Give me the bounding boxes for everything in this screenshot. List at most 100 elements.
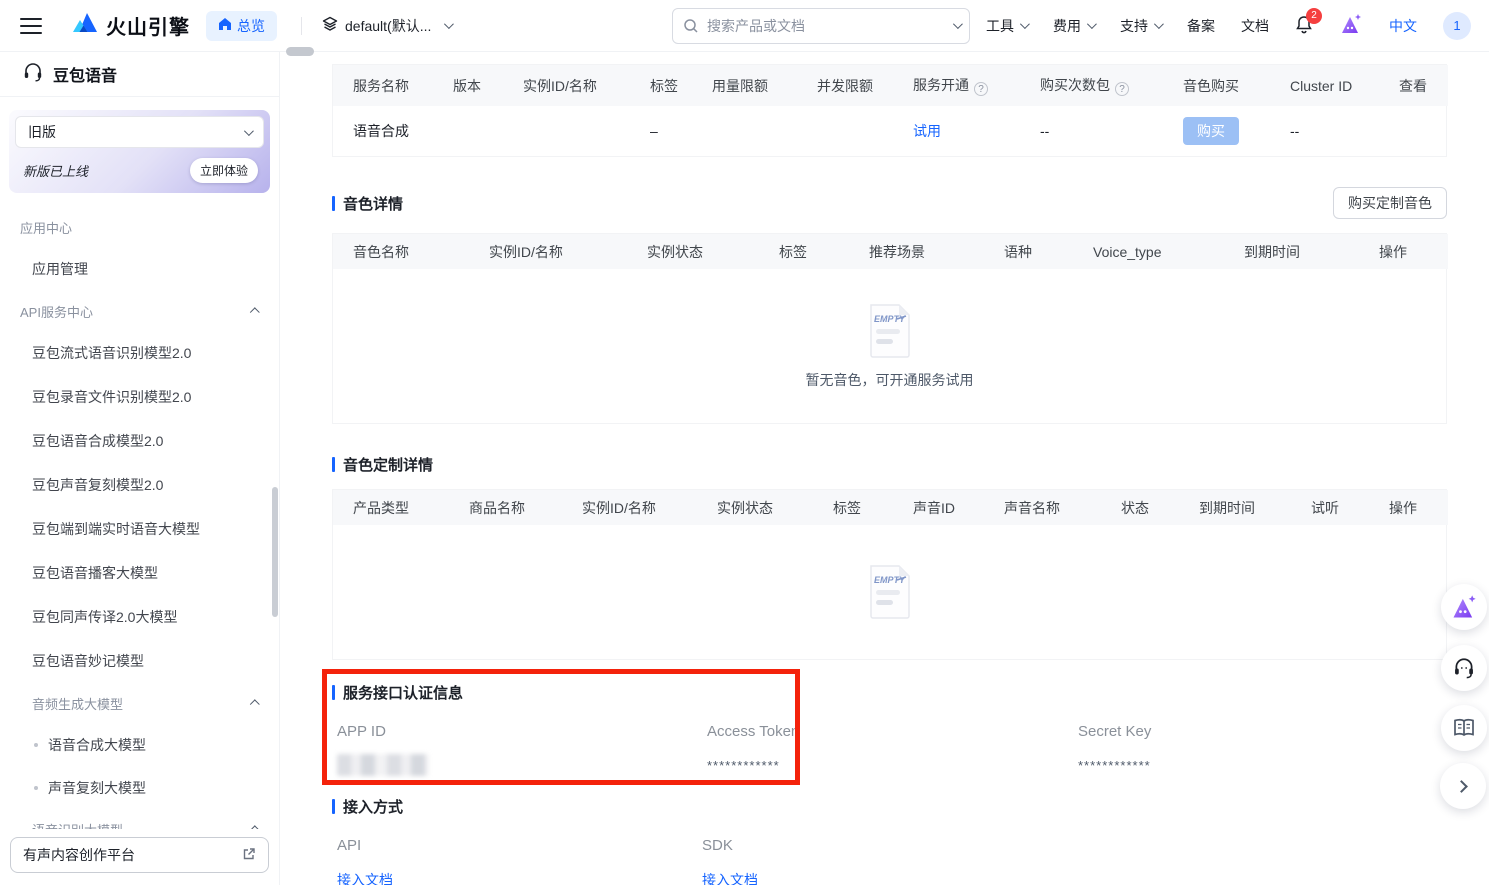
voice-custom-empty-state: EMPTY bbox=[333, 525, 1446, 659]
sidebar-scrollbar-thumb[interactable] bbox=[272, 487, 278, 617]
language-switch[interactable]: 中文 bbox=[1389, 16, 1417, 36]
sidebar-item-tts-2[interactable]: 豆包语音合成模型2.0 bbox=[20, 419, 259, 463]
brand-logo[interactable]: 火山引擎 bbox=[72, 11, 190, 40]
banner-text: 新版已上线 bbox=[23, 161, 88, 180]
col-product-type: 产品类型 bbox=[333, 490, 449, 525]
trial-link[interactable]: 试用 bbox=[913, 123, 941, 139]
sdk-label: SDK bbox=[697, 837, 1447, 854]
sidebar-item-app-manage[interactable]: 应用管理 bbox=[20, 247, 259, 291]
group-audio-gen[interactable]: 音频生成大模型 bbox=[32, 683, 259, 723]
sidebar-item-voice-clone-2[interactable]: 豆包声音复刻模型2.0 bbox=[20, 463, 259, 507]
secret-key-field: Secret Key ************ bbox=[1073, 723, 1447, 776]
notification-badge: 2 bbox=[1306, 8, 1322, 24]
table-row: 语音合成 – 试用 -- 购买 -- bbox=[333, 106, 1448, 156]
auth-section: 服务接口认证信息 APP ID Access Token ***********… bbox=[332, 682, 1447, 776]
search-box bbox=[672, 8, 970, 44]
sidebar-menu: 应用中心 应用管理 API服务中心 豆包流式语音识别模型2.0 豆包录音文件识别… bbox=[0, 193, 279, 829]
overview-button[interactable]: 总览 bbox=[206, 11, 277, 41]
ai-assistant-float-button[interactable] bbox=[1441, 584, 1487, 630]
buy-button[interactable]: 购买 bbox=[1183, 117, 1239, 145]
help-icon[interactable]: ? bbox=[1115, 82, 1129, 96]
headset-ai-icon bbox=[22, 61, 44, 88]
api-doc-link[interactable]: 接入文档 bbox=[337, 872, 393, 885]
col-language: 语种 bbox=[984, 234, 1073, 269]
nav-menu-billing[interactable]: 费用 bbox=[1053, 16, 1094, 36]
sidebar-item-podcast[interactable]: 豆包语音播客大模型 bbox=[20, 551, 259, 595]
sidebar-item-realtime-voice[interactable]: 豆包端到端实时语音大模型 bbox=[20, 507, 259, 551]
voice-custom-table-header: 产品类型 商品名称 实例ID/名称 实例状态 标签 声音ID 声音名称 状态 到… bbox=[333, 490, 1448, 525]
docs-book-button[interactable] bbox=[1441, 705, 1487, 751]
col-voice-type: Voice_type bbox=[1073, 234, 1224, 269]
customer-service-button[interactable] bbox=[1441, 645, 1487, 691]
new-version-banner: 新版已上线 立即体验 bbox=[15, 148, 264, 183]
sidebar-item-clone-large[interactable]: 声音复刻大模型 bbox=[20, 766, 259, 809]
ai-mountain-icon bbox=[1450, 594, 1478, 620]
ai-assistant-icon[interactable] bbox=[1339, 13, 1363, 38]
section-accent-bar bbox=[332, 457, 335, 472]
section-accent-bar bbox=[332, 685, 335, 700]
search-icon bbox=[683, 18, 699, 39]
sidebar-item-miaoji[interactable]: 豆包语音妙记模型 bbox=[20, 639, 259, 683]
chevron-up-icon bbox=[250, 699, 260, 709]
chevron-down-icon bbox=[1087, 19, 1097, 29]
col-instance: 实例ID/名称 bbox=[562, 490, 697, 525]
external-link-icon bbox=[242, 847, 256, 864]
try-now-button[interactable]: 立即体验 bbox=[190, 158, 258, 183]
collapse-panel-button[interactable] bbox=[1440, 763, 1486, 809]
sdk-doc-link[interactable]: 接入文档 bbox=[702, 872, 758, 885]
empty-text: 暂无音色，可开通服务试用 bbox=[806, 370, 974, 390]
package-cell: -- bbox=[1020, 106, 1163, 156]
sidebar-item-tts-large[interactable]: 语音合成大模型 bbox=[20, 723, 259, 766]
hamburger-menu-icon[interactable] bbox=[20, 18, 42, 34]
col-status: 状态 bbox=[1101, 490, 1179, 525]
col-expire-time: 到期时间 bbox=[1179, 490, 1291, 525]
app-id-field: APP ID bbox=[332, 723, 702, 776]
col-voice-buy: 音色购买 bbox=[1163, 65, 1270, 106]
buy-custom-voice-button[interactable]: 购买定制音色 bbox=[1333, 187, 1447, 219]
main-content: 服务名称 版本 实例ID/名称 标签 用量限额 并发限额 服务开通? 购买次数包… bbox=[280, 52, 1489, 885]
version-select[interactable]: 旧版 bbox=[15, 116, 264, 148]
project-selector[interactable]: default(默认... bbox=[322, 16, 451, 36]
avatar[interactable]: 1 bbox=[1443, 12, 1471, 40]
chevron-down-icon bbox=[244, 126, 254, 136]
sidebar-item-file-asr-2[interactable]: 豆包录音文件识别模型2.0 bbox=[20, 375, 259, 419]
version-card: 旧版 新版已上线 立即体验 bbox=[9, 110, 270, 193]
help-icon[interactable]: ? bbox=[974, 82, 988, 96]
book-icon bbox=[1452, 717, 1476, 739]
nav-menu-docs[interactable]: 文档 bbox=[1241, 16, 1269, 36]
scrollbar-thumb[interactable] bbox=[286, 47, 314, 56]
col-concurrency-quota: 并发限额 bbox=[797, 65, 893, 106]
access-token-field: Access Token ************ bbox=[702, 723, 1073, 776]
chevron-right-icon bbox=[1455, 780, 1468, 793]
sidebar-item-streaming-asr-2[interactable]: 豆包流式语音识别模型2.0 bbox=[20, 331, 259, 375]
section-api-center[interactable]: API服务中心 bbox=[20, 291, 259, 331]
service-table: 服务名称 版本 实例ID/名称 标签 用量限额 并发限额 服务开通? 购买次数包… bbox=[332, 64, 1447, 157]
col-voice-name: 声音名称 bbox=[984, 490, 1101, 525]
col-expire-time: 到期时间 bbox=[1224, 234, 1359, 269]
col-tag: 标签 bbox=[813, 490, 893, 525]
sidebar-item-simultaneous[interactable]: 豆包同声传译2.0大模型 bbox=[20, 595, 259, 639]
volcengine-logo-icon bbox=[72, 11, 98, 40]
section-title: 接入方式 bbox=[332, 796, 1447, 817]
section-title: 音色详情 bbox=[332, 193, 403, 214]
api-access: API 接入文档 bbox=[332, 837, 697, 885]
nav-menu-support[interactable]: 支持 bbox=[1120, 16, 1161, 36]
col-voice-id: 声音ID bbox=[893, 490, 984, 525]
nav-menu-tools[interactable]: 工具 bbox=[986, 16, 1027, 36]
voice-custom-header: 音色定制详情 bbox=[332, 454, 1447, 475]
svg-text:EMPTY: EMPTY bbox=[874, 575, 906, 585]
col-instance: 实例ID/名称 bbox=[469, 234, 627, 269]
search-input[interactable] bbox=[672, 8, 970, 44]
audio-platform-link[interactable]: 有声内容创作平台 bbox=[10, 837, 269, 873]
access-token-label: Access Token bbox=[702, 723, 1073, 740]
tag-cell: – bbox=[630, 106, 692, 156]
headset-icon bbox=[1452, 656, 1476, 680]
cluster-id-cell: -- bbox=[1270, 106, 1379, 156]
notification-bell-icon[interactable]: 2 bbox=[1295, 15, 1313, 37]
section-accent-bar bbox=[332, 799, 335, 814]
voice-detail-table-header: 音色名称 实例ID/名称 实例状态 标签 推荐场景 语种 Voice_type … bbox=[333, 234, 1448, 269]
voice-detail-empty-state: EMPTY 暂无音色，可开通服务试用 bbox=[333, 269, 1446, 423]
divider bbox=[301, 17, 302, 35]
nav-menu-icp[interactable]: 备案 bbox=[1187, 16, 1215, 36]
group-asr[interactable]: 语音识别大模型 bbox=[32, 809, 259, 829]
